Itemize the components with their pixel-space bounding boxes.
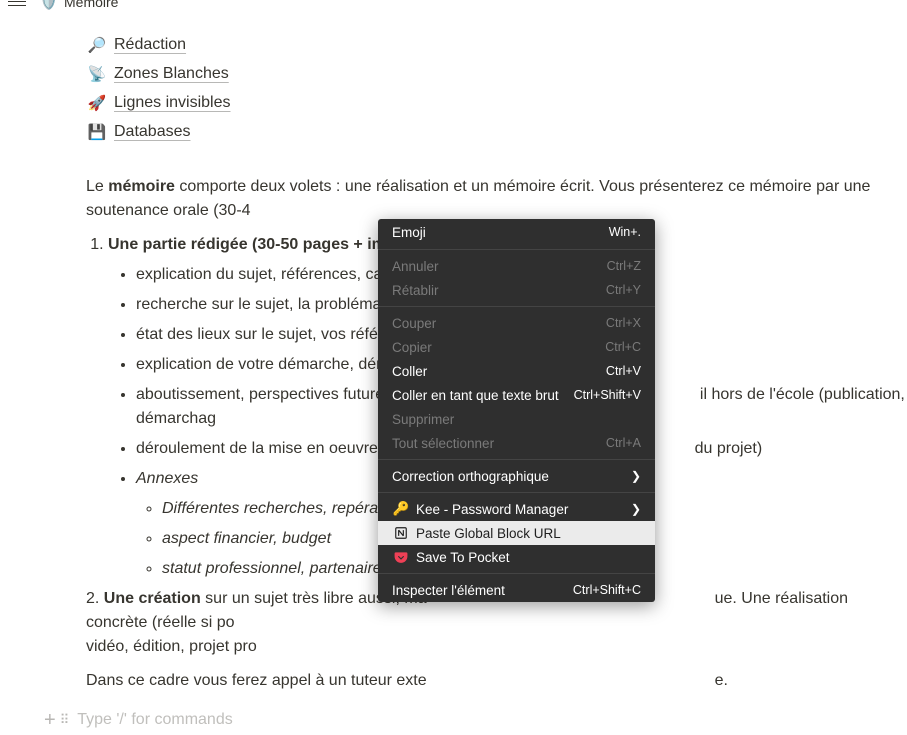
add-block-button[interactable]: + [44,705,56,735]
ctx-select-all: Tout sélectionnerCtrl+A [378,431,655,455]
rocket-icon: 🚀 [86,94,108,112]
page-link[interactable]: 💾 Databases [86,123,907,141]
ctx-paste-plain[interactable]: Coller en tant que texte brutCtrl+Shift+… [378,383,655,407]
drag-handle[interactable]: ⠿ [60,710,68,730]
key-icon: 🔑 [392,501,410,517]
ctx-copy: CopierCtrl+C [378,335,655,359]
page-link-label[interactable]: Rédaction [114,36,186,54]
page-link[interactable]: 🔎 Rédaction [86,36,907,54]
page-link-list: 🔎 Rédaction 📡 Zones Blanches 🚀 Lignes in… [86,36,907,141]
ctx-save-to-pocket[interactable]: Save To Pocket [378,545,655,569]
page-link-label[interactable]: Lignes invisibles [114,94,231,112]
ctx-paste-global-block[interactable]: Paste Global Block URL [378,521,655,545]
page-link-label[interactable]: Zones Blanches [114,65,229,83]
page-link[interactable]: 📡 Zones Blanches [86,65,907,83]
satellite-icon: 📡 [86,65,108,83]
ctx-undo: AnnulerCtrl+Z [378,254,655,278]
notion-icon [392,526,410,540]
ctx-spellcheck[interactable]: Correction orthographique❯ [378,464,655,488]
magnifier-icon: 🔎 [86,36,108,54]
breadcrumb-title[interactable]: Mémoire [64,0,118,10]
chevron-right-icon: ❯ [631,469,641,483]
ctx-inspect[interactable]: Inspecter l'élémentCtrl+Shift+C [378,578,655,602]
intro-paragraph: Le mémoire comporte deux volets : une ré… [86,175,907,223]
menu-toggle-button[interactable] [8,0,26,7]
page-link-label[interactable]: Databases [114,123,191,141]
ctx-paste[interactable]: CollerCtrl+V [378,359,655,383]
ctx-redo: RétablirCtrl+Y [378,278,655,302]
ctx-delete: Supprimer [378,407,655,431]
floppy-icon: 💾 [86,123,108,141]
ctx-emoji[interactable]: EmojiWin+. [378,219,655,245]
pocket-icon [392,550,410,564]
paragraph: Dans ce cadre vous ferez appel à un tute… [86,669,907,693]
page-emoji-icon: 🛡️ [40,0,58,11]
ctx-kee[interactable]: 🔑 Kee - Password Manager ❯ [378,497,655,521]
ctx-cut: CouperCtrl+X [378,311,655,335]
context-menu: EmojiWin+. AnnulerCtrl+Z RétablirCtrl+Y … [378,219,655,602]
page-link[interactable]: 🚀 Lignes invisibles [86,94,907,112]
chevron-right-icon: ❯ [631,502,641,516]
